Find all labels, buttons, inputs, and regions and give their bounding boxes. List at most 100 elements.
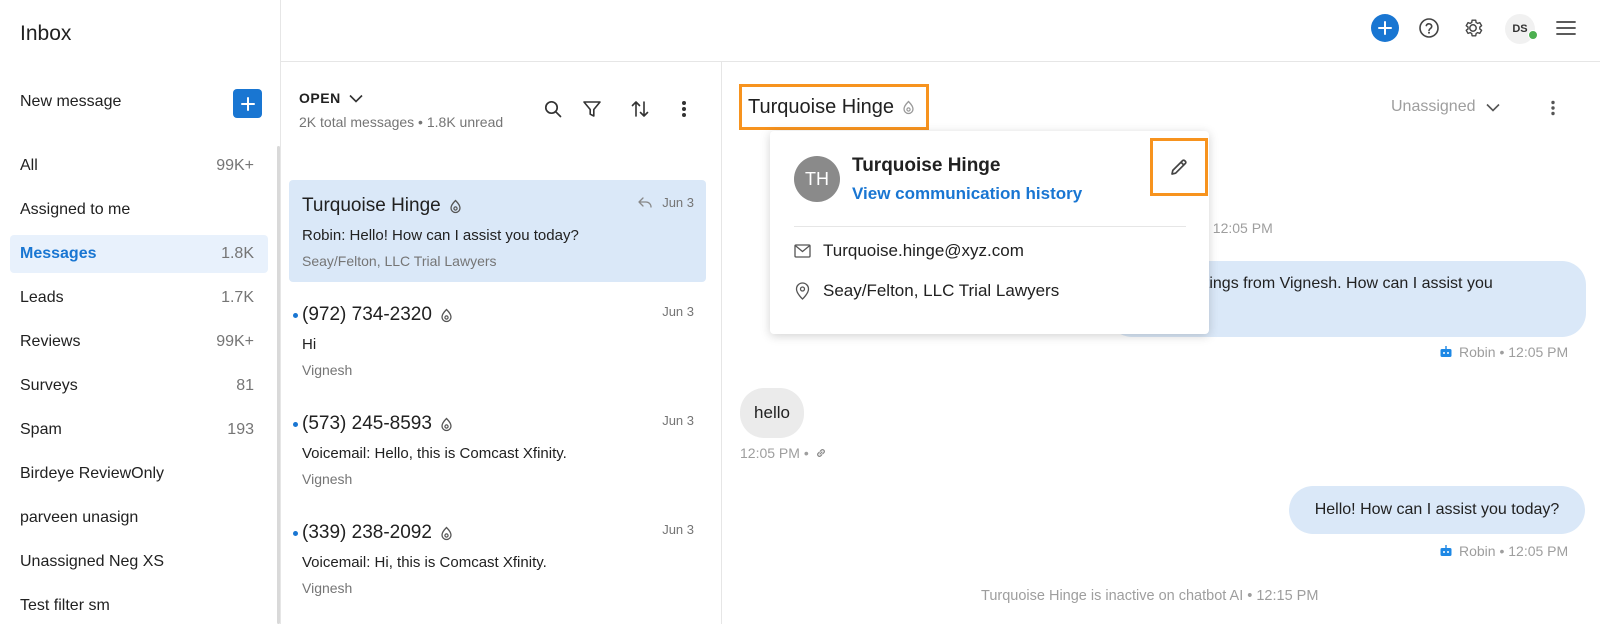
sidebar-item-birdeye-reviewonly[interactable]: Birdeye ReviewOnly [10,455,268,493]
chat-source-icon [441,308,452,322]
incoming-message-meta: 12:05 PM • [740,445,827,461]
sidebar-item-assigned-to-me[interactable]: Assigned to me [10,191,268,229]
chat-source-icon [450,199,461,213]
sidebar-item-surveys[interactable]: Surveys 81 [10,367,268,405]
sidebar-item-unassigned-neg-xs[interactable]: Unassigned Neg XS [10,543,268,581]
bot-icon [1440,545,1452,556]
conversation-item-972-734-2320[interactable]: (972) 734-2320 Jun 3 Hi Vignesh [289,289,706,391]
sidebar-item-label: Birdeye ReviewOnly [20,465,165,482]
filter-icon [583,101,601,117]
gear-icon [1465,19,1483,37]
chevron-down-icon [1485,103,1500,112]
conversation-date: Jun 3 [662,413,694,428]
folder-list: All 99K+ Assigned to me Messages 1.8K Lead… [10,147,268,624]
conversation-item-turquoise-hinge[interactable]: Turquoise Hinge Jun 3 Robin: Hello! How … [289,180,706,282]
bot-greeting-text: etings from Vignesh. How can I assist yo… [1196,275,1493,292]
top-bar: DS [281,0,1600,62]
sidebar-item-label: Leads [20,289,64,306]
bot-reply-meta: Robin • 12:05 PM [1439,543,1568,559]
conversation-name-row: (339) 238-2092 [302,522,453,544]
sort-button[interactable] [627,96,653,122]
chatbot-inactive-notice: Turquoise Hinge is inactive on chatbot A… [981,588,1319,604]
popover-contact-name: Turquoise Hinge [852,155,1001,176]
contact-name-header[interactable]: Turquoise Hinge [739,84,929,130]
link-icon[interactable] [815,447,827,459]
unread-indicator [293,313,298,318]
conversation-location: Vignesh [302,362,353,378]
sidebar-item-all[interactable]: All 99K+ [10,147,268,185]
location-pin-icon [795,282,810,300]
sidebar-item-label: All [20,157,38,174]
conversation-more-button[interactable] [1540,95,1566,121]
main-menu-button[interactable] [1552,14,1580,42]
bot-greeting-meta-text: Robin • 12:05 PM [1459,344,1569,360]
sidebar-item-parveen-unasign[interactable]: parveen unasign [10,499,268,537]
popover-divider [794,226,1186,227]
incoming-message-bubble: hello [740,388,804,438]
plus-icon [1378,21,1392,35]
unread-indicator [293,422,298,427]
bot-greeting-meta: Robin • 12:05 PM [1439,344,1568,360]
search-icon [544,100,562,118]
bot-reply-text: Hello! How can I assist you today? [1314,501,1560,518]
plus-icon [240,96,255,111]
hamburger-menu-icon [1556,21,1576,35]
assignee-label: Unassigned [1391,98,1476,115]
settings-button[interactable] [1459,14,1487,42]
incoming-message-text: hello [754,403,790,422]
unread-indicator [293,531,298,536]
sidebar-item-label: Assigned to me [20,201,131,218]
conversation-name: (339) 238-2092 [302,522,432,543]
conversation-preview: Robin: Hello! How can I assist you today… [302,227,579,244]
sidebar-item-messages[interactable]: Messages 1.8K [10,235,268,273]
conversation-name: (573) 245-8593 [302,413,432,434]
sidebar-item-count: 1.7K [221,289,254,306]
bot-icon [1440,346,1452,357]
conversation-name-row: Turquoise Hinge [302,195,462,217]
conversation-item-339-238-2092[interactable]: (339) 238-2092 Jun 3 Voicemail: Hi, this… [289,507,706,609]
conversation-location: Vignesh [302,580,353,596]
sidebar-item-test-filter-sm[interactable]: Test filter sm [10,587,268,624]
chat-source-icon [441,417,452,431]
new-message-label[interactable]: New message [20,93,121,111]
conversation-date-row: Jun 3 [662,413,694,428]
conversation-preview: Voicemail: Hello, this is Comcast Xfinit… [302,445,567,462]
conversation-location: Seay/Felton, LLC Trial Lawyers [302,253,497,269]
sidebar-scrollbar[interactable] [277,146,280,624]
sidebar-item-reviews[interactable]: Reviews 99K+ [10,323,268,361]
sidebar-item-spam[interactable]: Spam 193 [10,411,268,449]
sidebar-item-leads[interactable]: Leads 1.7K [10,279,268,317]
contact-avatar: TH [794,156,840,202]
help-button[interactable] [1415,14,1443,42]
conversation-location: Vignesh [302,471,353,487]
view-communication-history-link[interactable]: View communication history [852,184,1082,204]
more-vertical-icon [682,101,686,117]
contact-email: Turquoise.hinge@xyz.com [823,241,1024,260]
message-summary: 2K total messages • 1.8K unread [299,114,504,130]
conversation-date-row: Jun 3 [662,304,694,319]
chat-source-icon [903,100,914,114]
bot-reply-meta-text: Robin • 12:05 PM [1459,543,1569,559]
sidebar-item-label: Surveys [20,377,78,394]
conversation-date-row: Jun 3 [638,195,694,210]
contact-card-popover: TH Turquoise Hinge View communication hi… [770,131,1209,334]
conversation-date: Jun 3 [662,522,694,537]
assignee-dropdown[interactable]: Unassigned [1391,98,1500,116]
conversation-date-row: Jun 3 [662,522,694,537]
list-more-button[interactable] [671,96,697,122]
more-vertical-icon [1551,100,1555,116]
bot-reply-bubble: Hello! How can I assist you today? [1289,486,1585,534]
incoming-message-time: 12:05 PM • [740,445,809,461]
contact-email-row: Turquoise.hinge@xyz.com [794,241,1024,261]
new-message-button[interactable] [233,89,262,118]
filter-button[interactable] [579,96,605,122]
edit-contact-button[interactable] [1150,138,1208,196]
global-add-button[interactable] [1371,14,1399,42]
contact-name: Turquoise Hinge [748,95,895,118]
conversation-date: Jun 3 [662,195,694,210]
conversation-item-573-245-8593[interactable]: (573) 245-8593 Jun 3 Voicemail: Hello, t… [289,398,706,500]
conversation-name: Turquoise Hinge [302,195,441,216]
search-button[interactable] [540,96,566,122]
conversation-preview: Hi [302,336,317,353]
status-filter-dropdown[interactable]: OPEN [299,90,363,106]
